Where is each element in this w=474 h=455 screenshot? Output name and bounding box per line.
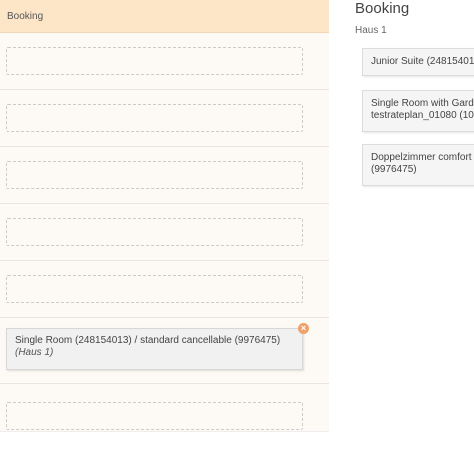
booking-slot-5	[0, 261, 329, 318]
empty-drop-zone[interactable]	[6, 275, 303, 303]
booked-room-card[interactable]: Single Room (248154013) / standard cance…	[6, 328, 303, 370]
room-card-line1: Doppelzimmer comfort	[371, 152, 472, 163]
booking-slot-6: Single Room (248154013) / standard cance…	[0, 318, 329, 384]
empty-drop-zone[interactable]	[6, 161, 303, 189]
booking-slot-2	[0, 90, 329, 147]
room-card-line1: Single Room with Gard	[371, 98, 474, 109]
room-card-line1: Junior Suite (24815401	[371, 56, 474, 67]
empty-drop-zone[interactable]	[6, 104, 303, 132]
room-card-junior-suite[interactable]: Junior Suite (24815401	[362, 48, 474, 76]
booking-slot-4	[0, 204, 329, 261]
room-card-line2: testrateplan_01080 (10	[371, 110, 474, 121]
room-card-line2: (9976475)	[371, 164, 417, 175]
booked-room-title: Single Room (248154013) / standard cance…	[15, 335, 281, 346]
booked-room-location: (Haus 1)	[15, 347, 54, 358]
close-icon[interactable]: ×	[298, 323, 309, 334]
booking-panel-title: Booking	[7, 10, 44, 22]
room-card-doppelzimmer-comfort[interactable]: Doppelzimmer comfort (9976475)	[362, 144, 474, 186]
booking-slots-panel: Booking Single Room (248154013) / standa…	[0, 0, 329, 432]
room-card-single-room-garden[interactable]: Single Room with Gard testrateplan_01080…	[362, 90, 474, 132]
empty-drop-zone[interactable]	[6, 47, 303, 75]
empty-drop-zone[interactable]	[6, 218, 303, 246]
rooms-panel-subtitle: Haus 1	[355, 25, 387, 36]
booking-slot-7	[0, 384, 329, 441]
empty-drop-zone[interactable]	[6, 402, 303, 430]
booking-slot-3	[0, 147, 329, 204]
rooms-panel-title: Booking	[355, 0, 410, 17]
booking-slot-1	[0, 33, 329, 90]
booking-panel-header: Booking	[0, 0, 329, 33]
